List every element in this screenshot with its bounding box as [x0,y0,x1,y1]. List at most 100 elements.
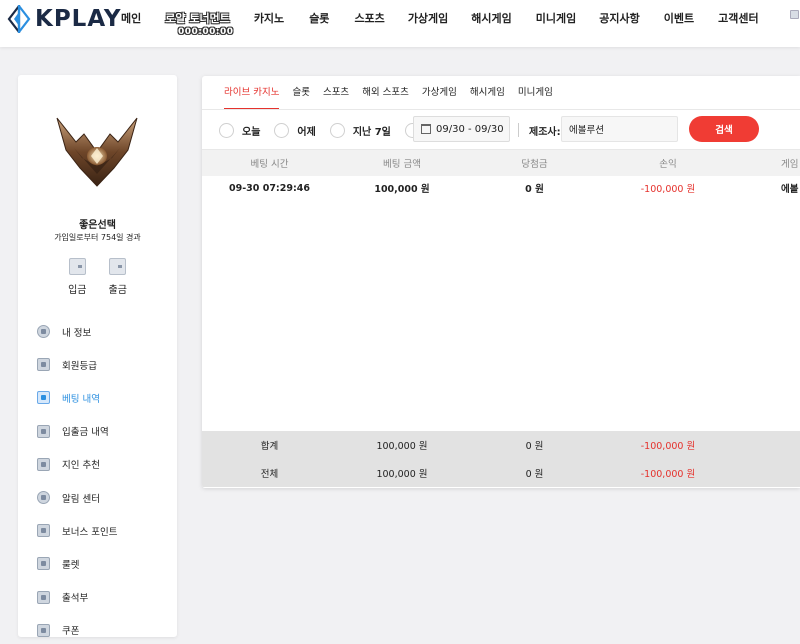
rank-emblem-icon [54,112,140,188]
total-profit-loss: -100,000 원 [602,459,734,487]
menu-item-coupon[interactable]: 쿠폰 [37,614,167,644]
withdraw-label: 출금 [109,281,127,296]
deposit-withdraw-group: 입금 출금 [18,258,177,296]
subtotal-row: 합계 100,000 원 0 원 -100,000 원 [202,431,800,459]
total-bet: 100,000 원 [337,459,467,487]
subtotal-win: 0 원 [467,431,602,459]
top-header: KPLAY 메인 로얄 토너먼트 카지노 슬롯 스포츠 가상게임 해시게임 미니… [0,0,800,47]
tab-hash[interactable]: 해시게임 [470,85,505,110]
tab-sports[interactable]: 스포츠 [323,85,349,110]
chat-icon [37,491,50,504]
star-icon [37,557,50,570]
menu-label: 보너스 포인트 [62,524,117,538]
header-bet-time: 베팅 시간 [202,150,337,176]
menu-item-roulette[interactable]: 룰렛 [37,547,167,580]
menu-item-notifications[interactable]: 알림 센터 [37,481,167,514]
coupon-icon [37,624,50,637]
menu-label: 입출금 내역 [62,424,109,438]
subtotal-label: 합계 [202,431,337,459]
account-menu: 내 정보 회원등급 베팅 내역 입출금 내역 지인 추천 알림 센터 보너스 포… [37,315,167,644]
provider-label: 제조사: [529,123,561,138]
menu-label: 룰렛 [62,557,79,571]
menu-item-bonus-points[interactable]: 보너스 포인트 [37,514,167,547]
nav-item-notice[interactable]: 공지사항 [599,10,639,26]
membership-duration: 가입일로부터 754일 경과 [18,232,177,243]
nav-item-royal-tournament[interactable]: 로얄 토너먼트 [165,10,230,26]
header-profit-loss: 손익 [602,150,734,176]
cell-profit-loss: -100,000 원 [602,176,734,200]
calendar-icon [421,124,431,134]
header-right-icon[interactable] [790,10,800,30]
cell-bet-time: 09-30 07:29:46 [202,176,337,200]
radio-circle[interactable] [274,123,289,138]
referral-icon [37,458,50,471]
filter-divider [518,123,519,137]
tab-divider [202,109,800,110]
subtotal-bet: 100,000 원 [337,431,467,459]
history-icon [37,391,50,404]
logo-mark-icon [6,5,32,33]
username: 좋은선택 [18,216,177,231]
nav-item-support[interactable]: 고객센터 [718,10,758,26]
provider-input[interactable] [561,116,678,142]
tournament-timer: 000:00:00 [178,27,234,37]
nav-item-main[interactable]: 메인 [121,10,141,26]
withdraw-button[interactable]: 출금 [109,258,127,296]
menu-label: 알림 센터 [62,491,100,505]
menu-item-transactions[interactable]: 입출금 내역 [37,415,167,448]
radio-circle[interactable] [330,123,345,138]
date-range-picker[interactable]: 09/30 - 09/30 [413,116,510,142]
search-button[interactable]: 검색 [689,116,759,142]
menu-item-member-level[interactable]: 회원등급 [37,348,167,381]
menu-item-betting-history[interactable]: 베팅 내역 [37,381,167,414]
logo[interactable]: KPLAY [6,4,122,34]
total-label: 전체 [202,459,337,487]
radio-label: 오늘 [242,123,260,138]
menu-item-referral[interactable]: 지인 추천 [37,448,167,481]
date-filter-radios: 오늘 어제 지난 7일 [219,116,442,144]
radio-yesterday[interactable]: 어제 [274,123,315,138]
menu-item-my-info[interactable]: 내 정보 [37,315,167,348]
cell-game: 에볼 [734,176,800,200]
radio-last-7-days[interactable]: 지난 7일 [330,123,391,138]
radio-today[interactable]: 오늘 [219,123,260,138]
profile-sidebar: 좋은선택 가입일로부터 754일 경과 입금 출금 내 정보 회원등급 베팅 내… [18,75,177,637]
radio-circle[interactable] [219,123,234,138]
tab-slot[interactable]: 슬롯 [292,85,309,110]
radio-label: 어제 [297,123,315,138]
menu-item-attendance[interactable]: 출석부 [37,581,167,614]
menu-label: 출석부 [62,590,88,604]
cell-bet-amount: 100,000 원 [337,176,467,200]
game-category-tabs: 라이브 카지노 슬롯 스포츠 해외 스포츠 가상게임 해시게임 미니게임 [224,85,566,110]
nav-item-sports[interactable]: 스포츠 [354,10,384,26]
wallet-icon [109,258,126,275]
nav-item-slot[interactable]: 슬롯 [309,10,329,26]
nav-item-virtual[interactable]: 가상게임 [408,10,448,26]
tab-overseas-sports[interactable]: 해외 스포츠 [362,85,409,110]
nav-item-mini[interactable]: 미니게임 [536,10,576,26]
tab-virtual[interactable]: 가상게임 [422,85,457,110]
level-icon [37,358,50,371]
menu-label: 쿠폰 [62,623,79,637]
cell-winnings: 0 원 [467,176,602,200]
points-icon [37,524,50,537]
logo-text: KPLAY [35,6,122,32]
subtotal-profit-loss: -100,000 원 [602,431,734,459]
menu-label: 베팅 내역 [62,391,100,405]
nav-item-event[interactable]: 이벤트 [664,10,694,26]
date-range-text: 09/30 - 09/30 [436,124,504,135]
betting-history-panel: 라이브 카지노 슬롯 스포츠 해외 스포츠 가상게임 해시게임 미니게임 오늘 … [202,76,800,488]
attendance-icon [37,591,50,604]
deposit-button[interactable]: 입금 [68,258,86,296]
nav-item-hash[interactable]: 해시게임 [471,10,511,26]
header-bet-amount: 베팅 금액 [337,150,467,176]
tab-live-casino[interactable]: 라이브 카지노 [224,85,279,110]
table-row[interactable]: 09-30 07:29:46 100,000 원 0 원 -100,000 원 … [202,176,800,200]
radio-label: 지난 7일 [353,123,391,138]
nav-item-casino[interactable]: 카지노 [254,10,284,26]
table-header: 베팅 시간 베팅 금액 당첨금 손익 게임 [202,149,800,176]
tab-mini[interactable]: 미니게임 [518,85,553,110]
header-winnings: 당첨금 [467,150,602,176]
menu-label: 지인 추천 [62,457,100,471]
total-row: 전체 100,000 원 0 원 -100,000 원 [202,459,800,487]
